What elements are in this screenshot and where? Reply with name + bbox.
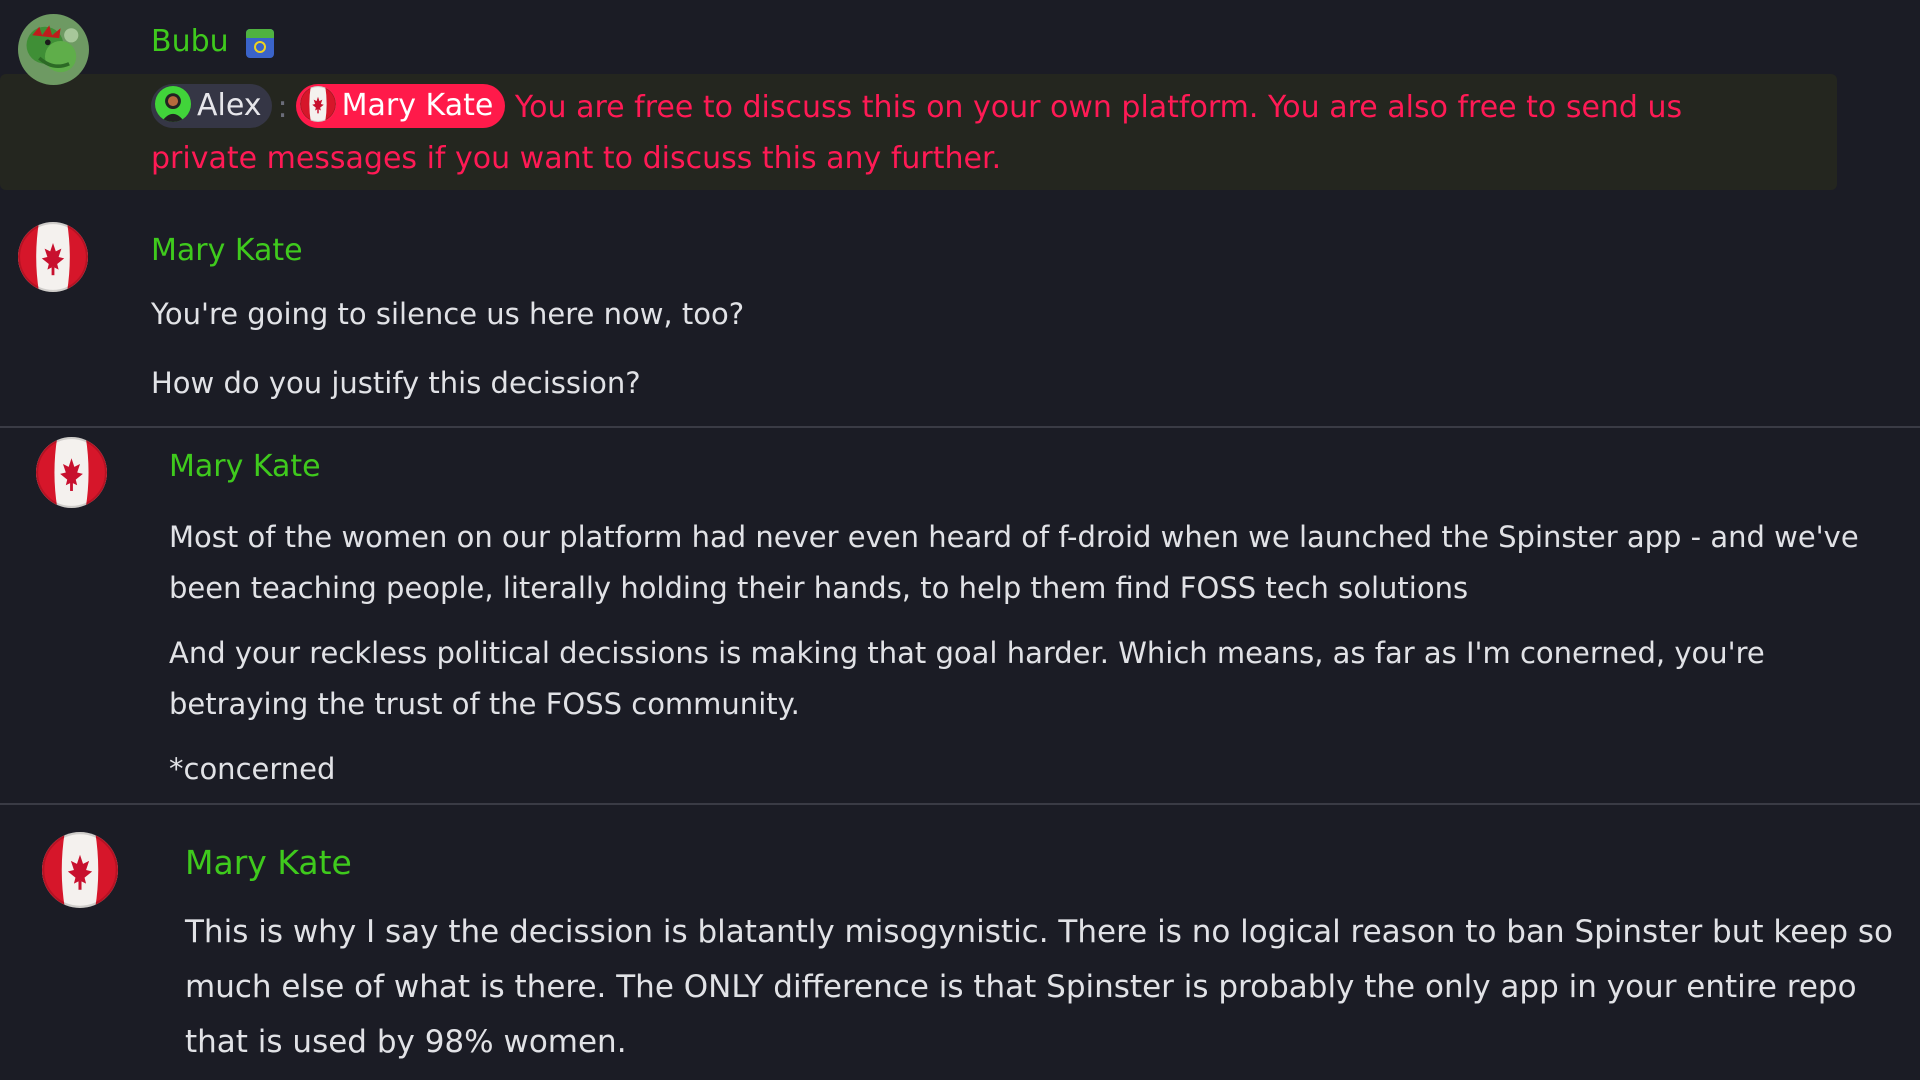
message-body: This is why I say the decission is blata… (185, 905, 1910, 1070)
sender-name[interactable]: Mary Kate (169, 447, 321, 487)
message-paragraph: This is why I say the decission is blata… (185, 914, 1894, 1060)
flag-avatar-icon (36, 437, 107, 508)
sender-name[interactable]: Mary Kate (151, 231, 303, 271)
message-paragraph: Most of the women on our platform had ne… (169, 520, 1859, 605)
flag-avatar-icon (42, 832, 118, 908)
bubu-avatar[interactable] (18, 14, 89, 85)
sender-name[interactable]: Bubu (151, 22, 229, 62)
mary-kate-avatar[interactable] (18, 222, 88, 292)
message-body: You're going to silence us here now, too… (151, 294, 1851, 403)
dragon-avatar-icon (18, 14, 89, 85)
message-divider (0, 426, 1920, 428)
sender-name[interactable]: Mary Kate (185, 842, 352, 884)
message-divider (0, 803, 1920, 805)
mention-name: Alex (197, 87, 262, 123)
mention-pill-alex[interactable]: Alex (151, 83, 272, 128)
message-timeline[interactable]: Bubu Alex: Mary Kate You are free to disc… (0, 0, 1920, 1080)
mary-kate-avatar[interactable] (36, 437, 107, 508)
mention-name: Mary Kate (341, 87, 494, 123)
message-paragraph: You're going to silence us here now, too… (151, 297, 745, 331)
flag-avatar-icon (18, 222, 88, 292)
mary-kate-avatar[interactable] (42, 832, 118, 908)
mention-pill-mary-kate[interactable]: Mary Kate (295, 83, 506, 128)
mention-separator: : (277, 90, 288, 125)
reply-body: Alex: Mary Kate You are free to discuss t… (151, 82, 1771, 184)
message-paragraph: *concerned (169, 752, 336, 786)
message-paragraph: And your reckless political decissions i… (169, 636, 1765, 721)
emoji-flag-icon (246, 29, 274, 58)
message-paragraph: How do you justify this decission? (151, 366, 641, 400)
mary-kate-avatar-icon (299, 86, 336, 122)
message-body: Most of the women on our platform had ne… (169, 512, 1889, 795)
alex-avatar-icon (155, 86, 191, 122)
